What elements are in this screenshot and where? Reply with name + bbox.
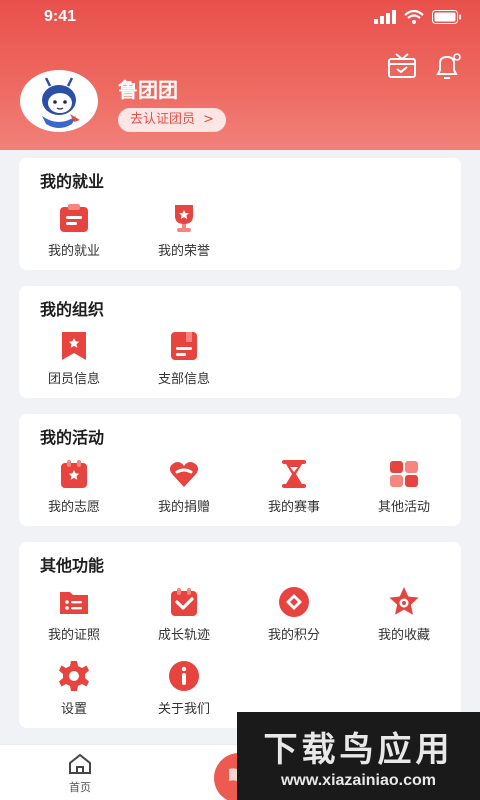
grid-item-other-activities[interactable]: 其他活动 [349, 458, 459, 528]
grid-item-label: 我的积分 [267, 628, 320, 643]
section-title: 我的就业 [40, 172, 105, 191]
section-title: 我的活动 [40, 428, 105, 447]
gift-box-icon[interactable] [386, 50, 418, 82]
cellular-signal-icon [374, 10, 396, 24]
notification-bell-icon[interactable] [432, 50, 464, 82]
section-title: 其他功能 [40, 556, 105, 575]
grid-item-my-points[interactable]: 我的积分 [239, 586, 349, 656]
grid-item-my-honors[interactable]: 我的荣誉 [129, 202, 239, 272]
gear-icon [59, 661, 89, 691]
grid-item-my-volunteering[interactable]: 我的志愿 [19, 458, 129, 528]
grid-item-label: 其他活动 [377, 500, 430, 515]
grid-item-my-competitions[interactable]: 我的赛事 [239, 458, 349, 528]
grid-item-label: 我的就业 [47, 244, 100, 259]
watermark-title: 下载鸟应用 [263, 730, 454, 770]
chevron-right-icon: > [203, 112, 214, 127]
verify-label: 去认证团员 [130, 112, 196, 127]
grid-apps-icon [390, 461, 418, 487]
notebook-icon [171, 332, 197, 360]
grid-item-label: 我的捐赠 [157, 500, 210, 515]
grid-item-label: 我的荣誉 [157, 244, 210, 259]
grid-item-my-certificates[interactable]: 我的证照 [19, 586, 129, 656]
grid-item-label: 我的志愿 [47, 500, 100, 515]
bookmark-star-icon [62, 332, 86, 360]
grid-item-my-donations[interactable]: 我的捐赠 [129, 458, 239, 528]
verify-member-button[interactable]: 去认证团员 > [118, 108, 226, 132]
section-activities: 我的活动 我的志愿 我的捐赠 我的赛事 其他活动 [19, 414, 461, 526]
home-icon [69, 753, 91, 774]
grid-item-branch-info[interactable]: 支部信息 [129, 330, 239, 400]
user-name: 鲁团团 [118, 78, 178, 102]
id-card-icon [60, 592, 88, 614]
diamond-coin-icon [279, 587, 309, 617]
grid-item-growth-track[interactable]: 成长轨迹 [129, 586, 239, 656]
grid-item-label: 我的收藏 [377, 628, 430, 643]
status-time: 9:41 [44, 8, 77, 25]
info-icon [169, 661, 199, 691]
grid-item-settings[interactable]: 设置 [19, 660, 129, 730]
calendar-check-icon [171, 588, 197, 616]
status-icons [374, 10, 462, 24]
heart-icon [169, 462, 199, 487]
grid-item-label: 关于我们 [157, 702, 210, 717]
trophy-icon [175, 205, 193, 232]
grid-item-label: 我的证照 [47, 628, 100, 643]
battery-icon [432, 10, 461, 24]
star-icon [389, 587, 419, 615]
section-title: 我的组织 [40, 300, 105, 319]
avatar[interactable] [20, 70, 98, 132]
section-employment: 我的就业 我的就业 我的荣誉 [19, 158, 461, 270]
mascot-avatar-icon [29, 71, 89, 131]
grid-item-my-employment[interactable]: 我的就业 [19, 202, 129, 272]
grid-item-label: 我的赛事 [267, 500, 320, 515]
clipboard-icon [60, 204, 88, 232]
profile-header: 9:41 鲁团团 去认证团员 > [0, 0, 480, 150]
grid-item-label: 团员信息 [47, 372, 100, 387]
grid-item-label: 支部信息 [157, 372, 210, 387]
grid-item-label: 成长轨迹 [157, 628, 210, 643]
watermark-banner: 下载鸟应用 www.xiazainiao.com [237, 712, 480, 800]
section-other-functions: 其他功能 我的证照 成长轨迹 我的积分 我的收藏 设置 关于我们 [19, 542, 461, 728]
hourglass-icon [282, 460, 306, 488]
grid-item-member-info[interactable]: 团员信息 [19, 330, 129, 400]
wifi-icon [404, 10, 424, 24]
grid-item-my-favorites[interactable]: 我的收藏 [349, 586, 459, 656]
watermark-url: www.xiazainiao.com [280, 772, 436, 789]
status-bar: 9:41 [0, 0, 480, 36]
calendar-star-icon [61, 460, 87, 488]
tab-home-label: 首页 [69, 781, 91, 794]
tab-home[interactable]: 首页 [54, 751, 106, 795]
grid-item-about-us[interactable]: 关于我们 [129, 660, 239, 730]
grid-item-label: 设置 [60, 702, 87, 717]
section-organization: 我的组织 团员信息 支部信息 [19, 286, 461, 398]
